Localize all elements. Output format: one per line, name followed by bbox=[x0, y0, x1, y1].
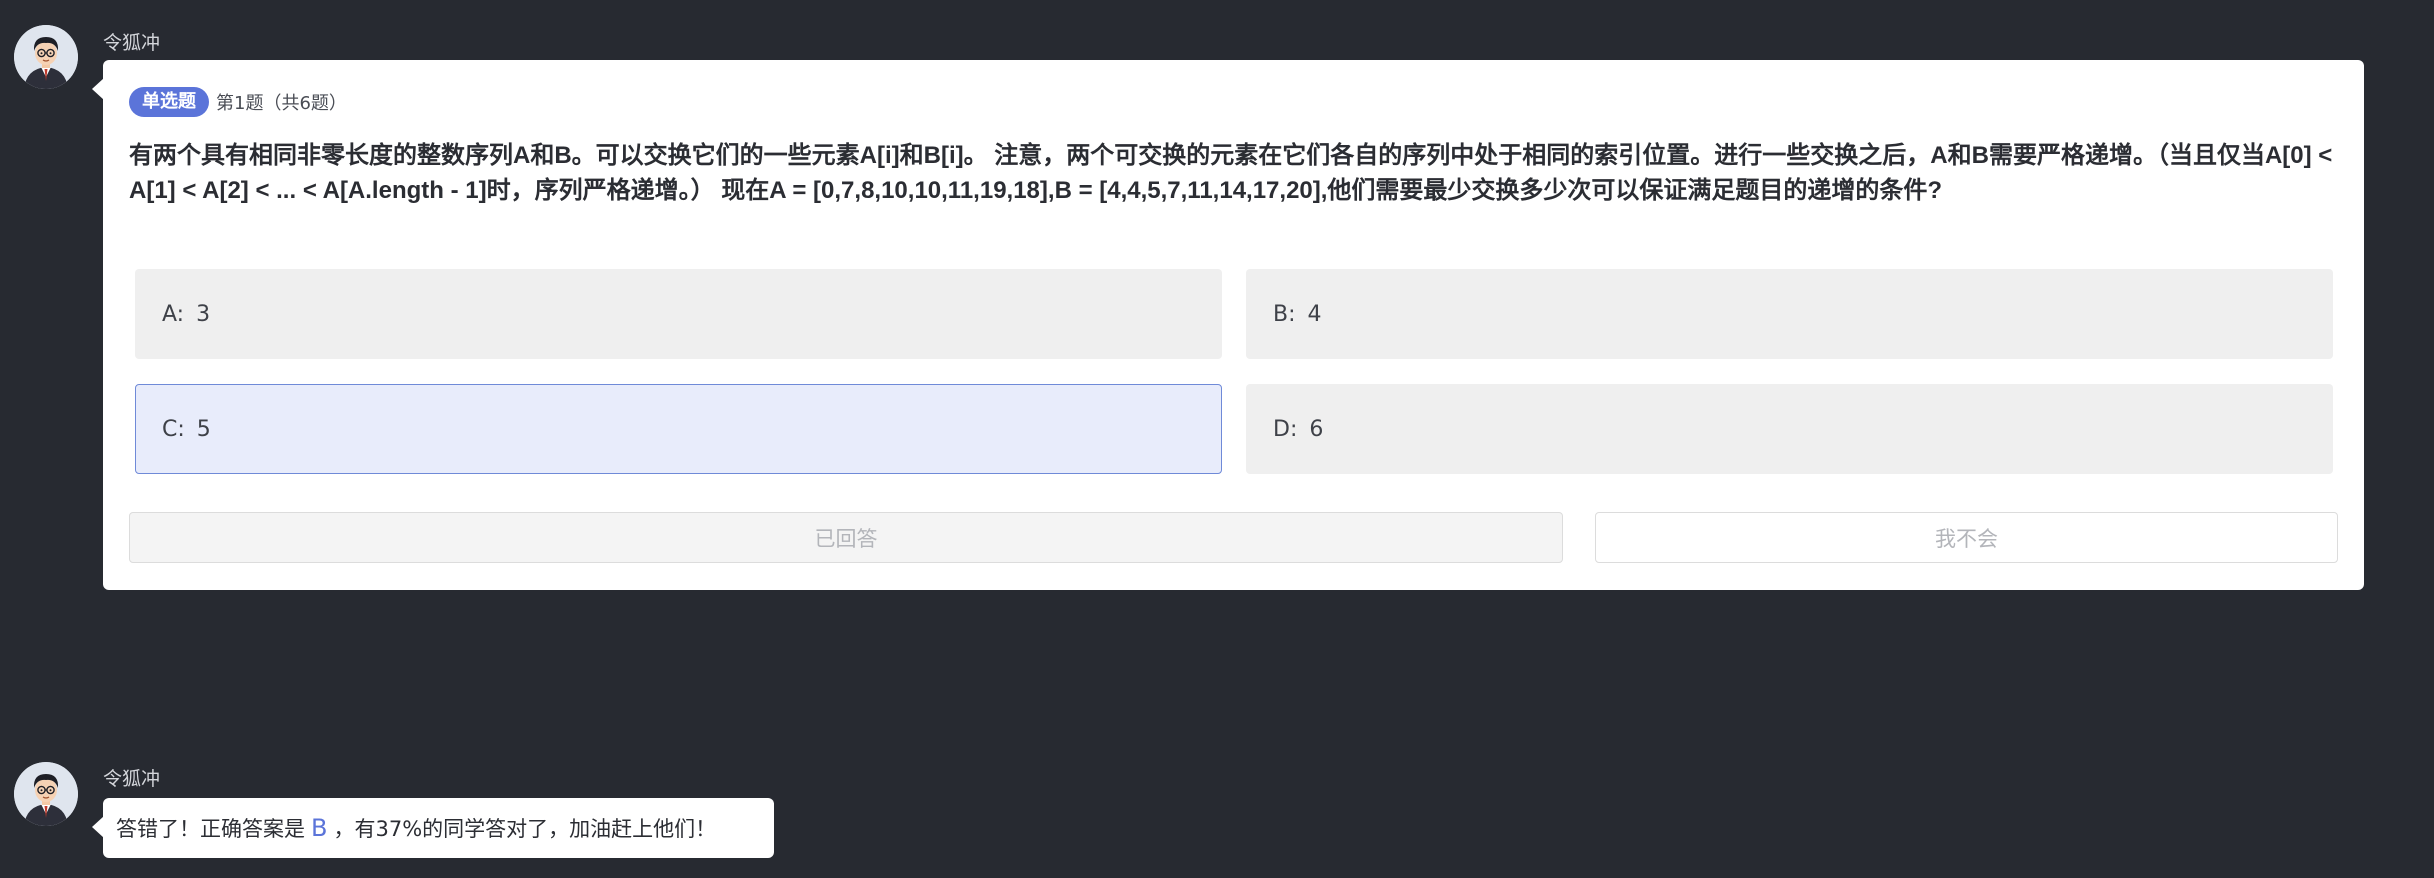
option-c[interactable]: C: 5 bbox=[135, 384, 1222, 474]
avatar[interactable] bbox=[14, 762, 78, 826]
option-letter: C: bbox=[162, 416, 185, 442]
result-suffix: ，有37%的同学答对了，加油赶上他们！ bbox=[333, 817, 717, 841]
avatar[interactable] bbox=[14, 25, 78, 89]
result-prefix: 答错了！正确答案是 bbox=[116, 817, 305, 841]
quiz-header: 单选题 第1题（共6题） bbox=[129, 87, 347, 117]
option-a[interactable]: A: 3 bbox=[135, 269, 1222, 359]
option-value: 3 bbox=[196, 301, 211, 327]
option-value: 6 bbox=[1309, 416, 1324, 442]
answered-button[interactable]: 已回答 bbox=[129, 512, 1563, 563]
option-letter: A: bbox=[162, 301, 185, 327]
option-d[interactable]: D: 6 bbox=[1246, 384, 2333, 474]
dont-know-button[interactable]: 我不会 bbox=[1595, 512, 2338, 563]
sender-name: 令狐冲 bbox=[103, 768, 161, 790]
correct-answer: B bbox=[311, 814, 328, 842]
question-text: 有两个具有相同非零长度的整数序列A和B。可以交换它们的一些元素A[i]和B[i]… bbox=[129, 142, 2333, 204]
question-type-badge: 单选题 bbox=[129, 87, 209, 117]
question-progress: 第1题（共6题） bbox=[216, 93, 347, 114]
option-letter: D: bbox=[1273, 416, 1298, 442]
quiz-card: 单选题 第1题（共6题） 有两个具有相同非零长度的整数序列A和B。可以交换它们的… bbox=[92, 60, 2364, 590]
option-value: 5 bbox=[196, 416, 211, 442]
option-value: 4 bbox=[1307, 301, 1322, 327]
sender-name: 令狐冲 bbox=[103, 32, 161, 54]
result-message: 答错了！正确答案是 B ，有37%的同学答对了，加油赶上他们！ bbox=[92, 798, 774, 858]
option-b[interactable]: B: 4 bbox=[1246, 269, 2333, 359]
option-letter: B: bbox=[1273, 301, 1296, 327]
